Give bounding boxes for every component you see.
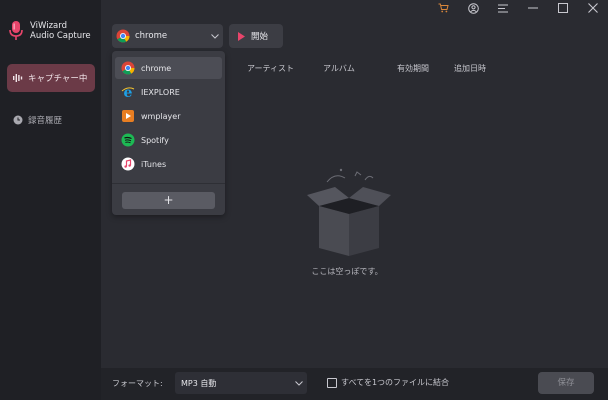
dropdown-item-label: iTunes xyxy=(141,159,167,169)
dropdown-item-label: wmplayer xyxy=(141,111,181,121)
dropdown-item-spotify[interactable]: Spotify xyxy=(115,129,222,151)
format-label: フォーマット: xyxy=(112,379,163,388)
microphone-icon xyxy=(9,21,23,40)
browser-select-value: chrome xyxy=(135,31,168,41)
maximize-button[interactable] xyxy=(548,0,578,16)
dropdown-item-wmplayer[interactable]: wmplayer xyxy=(115,105,222,127)
start-button[interactable]: 開始 xyxy=(229,24,283,48)
app-title: ViWizard Audio Capture xyxy=(30,21,91,41)
merge-label: すべてを1つのファイルに結合 xyxy=(341,378,450,387)
dropdown-item-label: chrome xyxy=(141,63,172,73)
merge-option[interactable]: すべてを1つのファイルに結合 xyxy=(327,377,449,388)
ie-icon: e xyxy=(121,85,135,99)
app-logo: ViWizard Audio Capture xyxy=(8,20,91,42)
cart-button[interactable] xyxy=(428,0,458,16)
clock-icon xyxy=(13,115,23,125)
bottom-bar: フォーマット: MP3 自動 すべてを1つのファイルに結合 保存 xyxy=(101,368,608,400)
dropdown-divider xyxy=(112,183,225,184)
waveform-icon xyxy=(13,74,23,82)
account-button[interactable] xyxy=(458,0,488,16)
chrome-icon xyxy=(121,61,135,75)
user-icon xyxy=(467,2,479,14)
app-title-line2: Audio Capture xyxy=(30,31,91,41)
format-select[interactable]: MP3 自動 xyxy=(175,372,307,394)
maximize-icon xyxy=(558,3,568,13)
svg-text:e: e xyxy=(124,85,133,99)
title-bar xyxy=(428,0,608,18)
column-header-added: 追加日時 xyxy=(454,64,486,73)
sidebar-item-history[interactable]: 録音履歴 xyxy=(13,114,62,126)
merge-checkbox[interactable] xyxy=(327,377,337,388)
chrome-icon xyxy=(116,29,130,43)
browser-select[interactable]: chrome xyxy=(112,24,223,48)
app-title-line1: ViWizard xyxy=(30,21,67,31)
dropdown-item-label: Spotify xyxy=(141,135,169,145)
itunes-icon xyxy=(121,157,135,171)
chevron-down-icon xyxy=(211,33,219,39)
sidebar-item-capture[interactable]: キャプチャー中 xyxy=(7,64,95,92)
empty-box-icon xyxy=(299,162,399,262)
wmplayer-icon xyxy=(122,110,134,122)
chevron-down-icon xyxy=(295,380,303,386)
start-button-label: 開始 xyxy=(251,32,269,42)
menu-button[interactable] xyxy=(488,0,518,16)
save-button[interactable]: 保存 xyxy=(538,372,594,394)
empty-state-text: ここは空っぽです。 xyxy=(311,267,383,276)
dropdown-item-chrome[interactable]: chrome xyxy=(115,57,222,79)
dropdown-item-itunes[interactable]: iTunes xyxy=(115,153,222,175)
close-button[interactable] xyxy=(578,0,608,16)
browser-dropdown: chrome e IEXPLORE wmplayer Spotify iTune… xyxy=(112,51,225,215)
close-icon xyxy=(588,3,598,13)
minimize-button[interactable] xyxy=(518,0,548,16)
format-select-value: MP3 自動 xyxy=(181,378,217,388)
dropdown-item-label: IEXPLORE xyxy=(141,87,180,97)
sidebar-item-label: キャプチャー中 xyxy=(28,74,88,84)
menu-icon xyxy=(498,4,508,12)
main-panel: chrome 開始 アーティスト アルバム 有効期間 追加日時 ここは空っぽです… xyxy=(101,0,608,400)
dropdown-item-iexplore[interactable]: e IEXPLORE xyxy=(115,81,222,103)
cart-icon xyxy=(438,3,449,13)
play-icon xyxy=(238,31,245,41)
column-header-album: アルバム xyxy=(323,64,355,73)
sidebar-item-label: 録音履歴 xyxy=(28,116,63,126)
spotify-icon xyxy=(121,133,135,147)
minimize-icon xyxy=(528,7,538,9)
column-header-duration: 有効期間 xyxy=(397,64,429,73)
column-header-artist: アーティスト xyxy=(247,64,295,73)
sidebar: ViWizard Audio Capture キャプチャー中 録音履歴 xyxy=(0,0,101,400)
add-app-button[interactable]: + xyxy=(122,192,215,209)
